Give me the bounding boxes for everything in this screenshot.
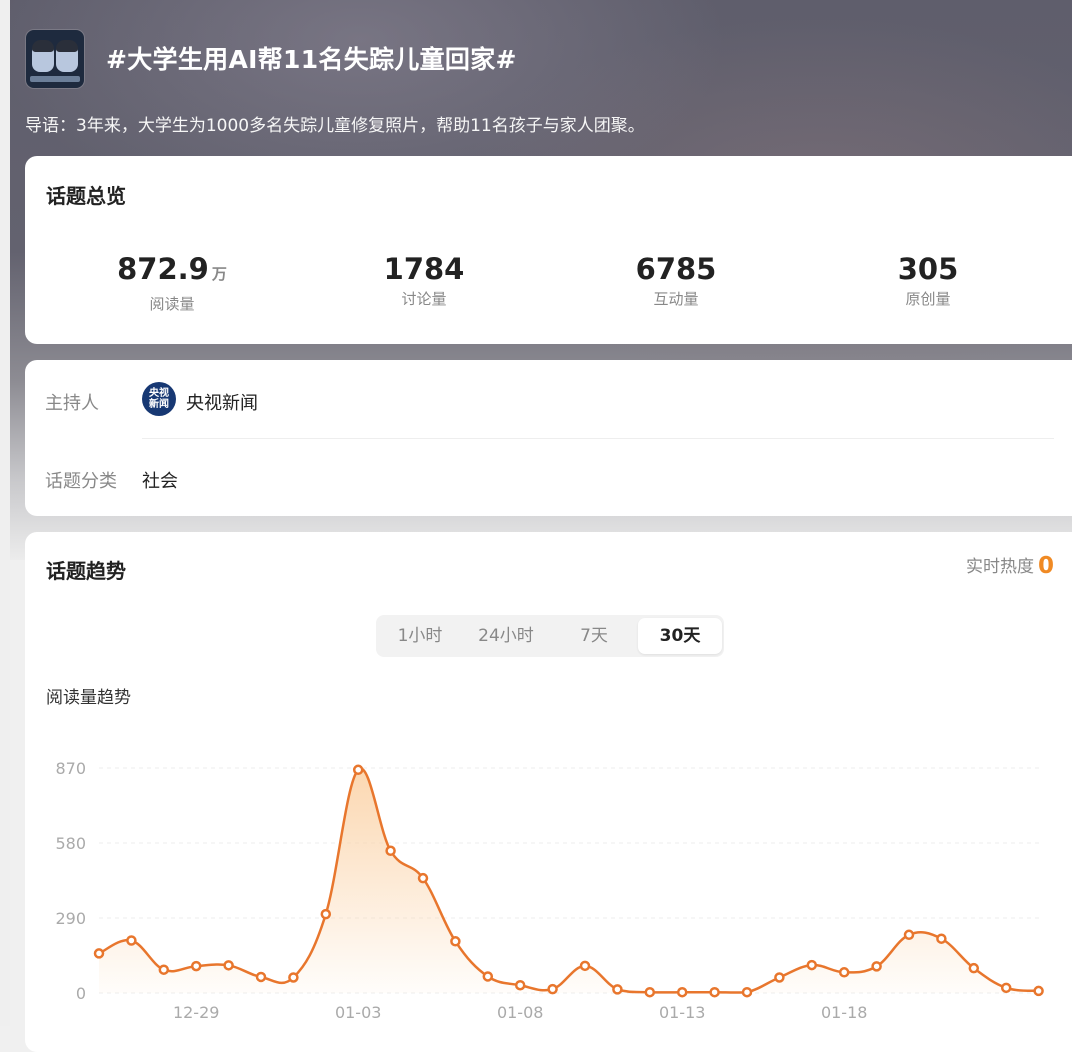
data-point-23 bbox=[838, 967, 850, 978]
data-point-27 bbox=[968, 962, 980, 974]
data-point-6 bbox=[288, 972, 299, 983]
y-tick-label: 580 bbox=[55, 834, 86, 853]
data-point-9 bbox=[385, 845, 396, 857]
reads-trend-chart: 0 290 580 870 12-29 01-03 01-08 01-13 01-18 bbox=[55, 759, 1044, 1022]
data-point-1 bbox=[126, 935, 137, 946]
x-tick-label: 01-18 bbox=[821, 1003, 868, 1022]
data-point-29 bbox=[1033, 985, 1044, 997]
y-tick-label: 0 bbox=[76, 984, 86, 1003]
data-point-14 bbox=[547, 983, 558, 995]
data-point-21 bbox=[774, 972, 785, 983]
data-point-17 bbox=[644, 986, 656, 998]
data-point-11 bbox=[450, 936, 461, 947]
data-point-13 bbox=[514, 979, 526, 991]
data-point-26 bbox=[936, 933, 947, 944]
data-point-4 bbox=[223, 960, 234, 971]
y-tick-label: 290 bbox=[55, 909, 86, 928]
data-point-28 bbox=[1000, 982, 1012, 994]
data-point-15 bbox=[579, 960, 591, 972]
x-tick-label: 12-29 bbox=[173, 1003, 220, 1022]
data-point-24 bbox=[871, 961, 882, 972]
data-point-25 bbox=[903, 929, 915, 941]
data-point-10 bbox=[417, 872, 429, 884]
data-point-16 bbox=[612, 984, 623, 995]
x-tick-label: 01-13 bbox=[659, 1003, 706, 1022]
x-tick-label: 01-03 bbox=[335, 1003, 382, 1022]
data-point-2 bbox=[158, 964, 170, 975]
data-point-22 bbox=[806, 959, 818, 971]
data-point-5 bbox=[255, 971, 267, 983]
data-point-12 bbox=[482, 971, 494, 982]
data-point-7 bbox=[320, 908, 332, 920]
data-point-19 bbox=[709, 986, 720, 998]
x-tick-label: 01-08 bbox=[497, 1003, 544, 1022]
data-point-0 bbox=[93, 948, 105, 959]
data-point-18 bbox=[676, 986, 688, 998]
data-point-8 bbox=[352, 764, 364, 776]
reads-area bbox=[99, 768, 1039, 993]
data-point-3 bbox=[190, 960, 202, 972]
y-tick-label: 870 bbox=[55, 759, 86, 778]
data-point-20 bbox=[741, 986, 753, 998]
